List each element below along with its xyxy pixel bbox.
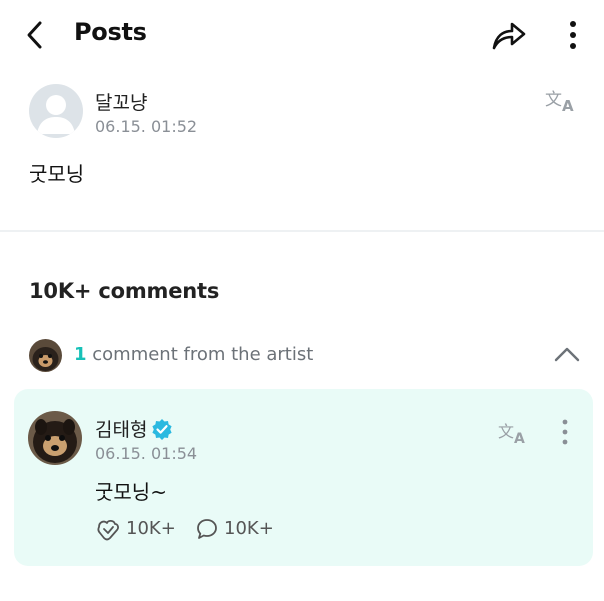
more-vertical-icon[interactable] (557, 418, 573, 446)
svg-text:A: A (514, 431, 525, 446)
artist-comment-count: 1 (74, 344, 87, 365)
more-vertical-icon[interactable] (563, 18, 583, 52)
avatar[interactable] (29, 84, 83, 138)
translate-icon[interactable]: 文 A (544, 86, 580, 115)
artist-comment-text: 굿모닝~ (95, 480, 167, 504)
artist-comment-summary[interactable]: 1 comment from the artist (74, 344, 313, 365)
reply-count: 10K+ (224, 518, 274, 539)
page-title: Posts (74, 18, 147, 46)
artist-avatar[interactable] (28, 411, 82, 465)
artist-avatar-thumbnail (29, 339, 62, 372)
post-timestamp: 06.15. 01:52 (95, 117, 198, 136)
svg-text:文: 文 (498, 422, 514, 441)
svg-text:文: 文 (545, 90, 562, 110)
comment-icon[interactable] (195, 517, 219, 541)
artist-name[interactable]: 김태형 (95, 415, 147, 442)
divider (0, 230, 604, 232)
back-arrow-icon[interactable] (24, 20, 46, 50)
verified-badge-icon (151, 418, 173, 440)
svg-text:A: A (562, 97, 574, 114)
like-icon[interactable] (95, 516, 122, 542)
author-name[interactable]: 달꼬냥 (95, 88, 147, 115)
share-icon[interactable] (490, 18, 528, 52)
translate-icon[interactable]: 文 A (497, 418, 531, 447)
post-body: 굿모닝 (29, 162, 85, 186)
comments-count: 10K+ comments (29, 279, 220, 303)
like-count: 10K+ (126, 518, 176, 539)
chevron-up-icon[interactable] (554, 346, 580, 362)
artist-comment-label: comment from the artist (86, 344, 314, 365)
artist-comment-timestamp: 06.15. 01:54 (95, 444, 198, 463)
